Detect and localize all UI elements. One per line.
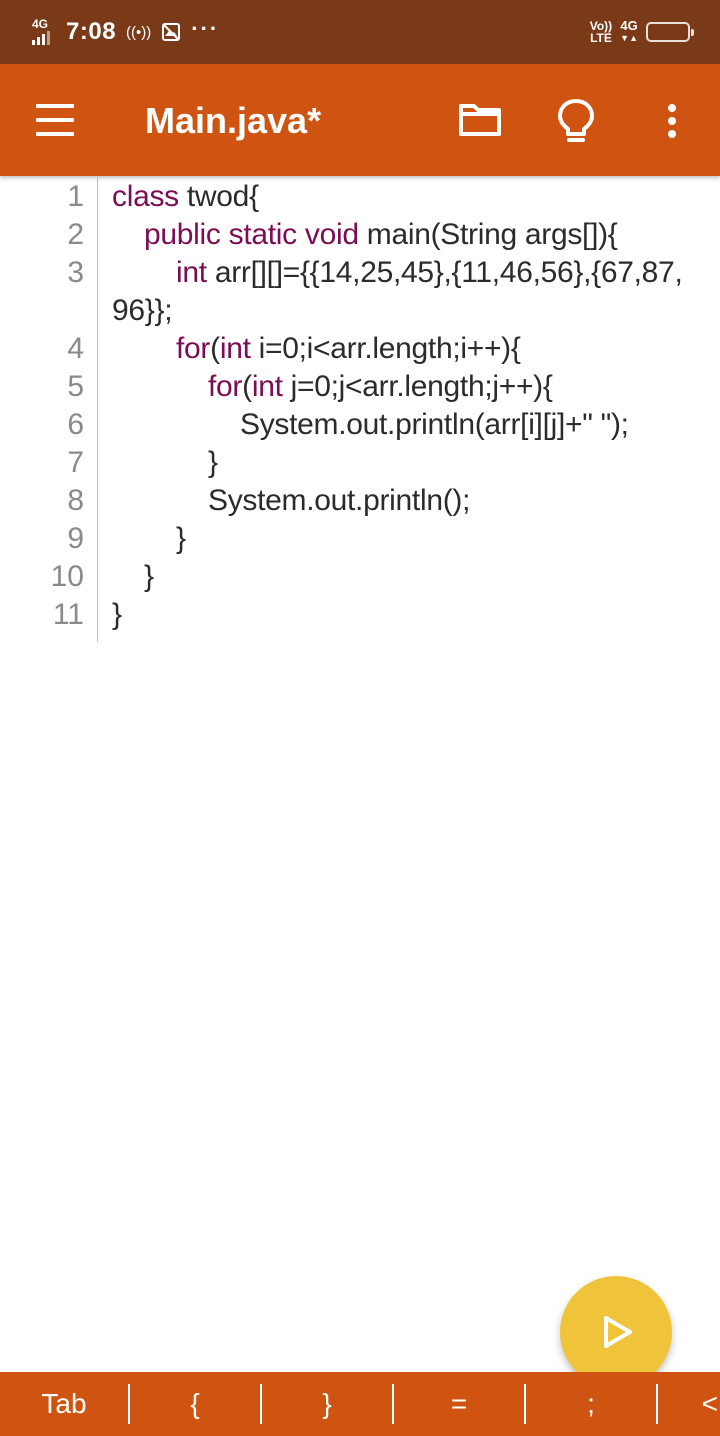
hotspot-icon: ((•)) [126,23,152,41]
code-text: 96}}; [112,294,173,327]
code-editor[interactable]: 1 2 3 4 5 6 7 8 9 10 11 class twod{public static v… [0,176,720,1372]
line-number: 10 [50,560,84,593]
menu-icon[interactable] [36,104,76,136]
code-line[interactable]: System.out.println(arr[i][j]+" "); [240,406,629,444]
key-semicolon[interactable]: ; [526,1372,656,1436]
key-close-brace[interactable]: } [262,1372,392,1436]
code-keyword: int [219,332,251,365]
code-line[interactable]: for(int j=0;j<arr.length;j++){ [208,368,553,406]
network-type-right: 4G [620,18,638,33]
gutter-divider [97,176,98,642]
code-line[interactable]: } [208,444,218,482]
code-line[interactable]: } [144,558,154,596]
code-line[interactable]: 96}}; [112,292,173,330]
line-number: 3 [67,256,84,289]
code-line[interactable]: class twod{ [112,178,259,216]
code-keyword: int [176,256,207,289]
code-text: arr[][]={{14,25,45},{11,46,56},{67,87, [206,256,683,289]
code-keyword: for [176,332,211,365]
code-keyword: int [251,370,283,403]
code-line[interactable]: } [112,596,122,634]
line-number: 11 [52,598,84,631]
code-text: ( [210,332,220,365]
battery-level: 99 [660,24,676,40]
code-keyword: class [112,180,179,213]
more-notifications-icon: ··· [191,16,220,41]
battery-icon: 99 [646,22,694,42]
line-number: 4 [67,332,84,365]
mobile-data-icon: 4G ▼▲ [620,18,638,43]
line-number: 7 [67,446,84,479]
code-line[interactable]: int arr[][]={{14,25,45},{11,46,56},{67,8… [176,254,683,292]
lightbulb-icon[interactable] [556,98,596,144]
code-keyword: public static void [144,218,359,251]
line-number: 6 [67,408,84,441]
cellular-signal-icon: 4G [30,17,56,47]
more-vert-icon[interactable] [662,100,682,140]
code-keyword: for [208,370,243,403]
key-equals[interactable]: = [394,1372,524,1436]
code-line[interactable]: public static void main(String args[]){ [144,216,618,254]
app-bar: Main.java* [0,64,720,176]
volte-bottom: LTE [590,31,612,45]
line-number: 9 [67,522,84,555]
line-number: 2 [67,218,84,251]
line-number: 5 [67,370,84,403]
key-tab[interactable]: Tab [0,1372,128,1436]
key-open-brace[interactable]: { [130,1372,260,1436]
status-left: 4G 7:08 ((•)) ··· [30,14,219,50]
line-number: 8 [67,484,84,517]
code-text: System.out.println(arr[i][j]+" "); [240,408,629,441]
symbol-key-bar: Tab { } = ; < [0,1372,720,1436]
code-text: } [112,598,122,631]
code-line[interactable]: for(int i=0;i<arr.length;i++){ [176,330,521,368]
code-line[interactable]: } [176,520,186,558]
volte-icon: Vo)) LTE [590,20,612,44]
folder-icon[interactable] [458,100,502,140]
network-type-label: 4G [32,17,49,31]
line-number: 1 [67,180,84,213]
code-text: } [144,560,154,593]
code-text: System.out.println(); [208,484,471,517]
code-text: i=0;i<arr.length;i++){ [250,332,521,365]
code-text: main(String args[]){ [358,218,618,251]
play-icon [604,1316,632,1348]
code-text: } [176,522,186,555]
code-text: twod{ [178,180,259,213]
clock: 7:08 [66,18,117,45]
code-text: ( [242,370,252,403]
file-title: Main.java* [145,100,322,141]
key-less-than[interactable]: < [658,1372,720,1436]
code-text: j=0;j<arr.length;j++){ [282,370,553,403]
status-right: Vo)) LTE 4G ▼▲ 99 [590,16,694,48]
gallery-notification-icon [162,23,181,41]
code-text: } [208,446,218,479]
code-line[interactable]: System.out.println(); [208,482,470,520]
status-bar: 4G 7:08 ((•)) ··· Vo)) LTE 4G ▼▲ 99 [0,0,720,64]
